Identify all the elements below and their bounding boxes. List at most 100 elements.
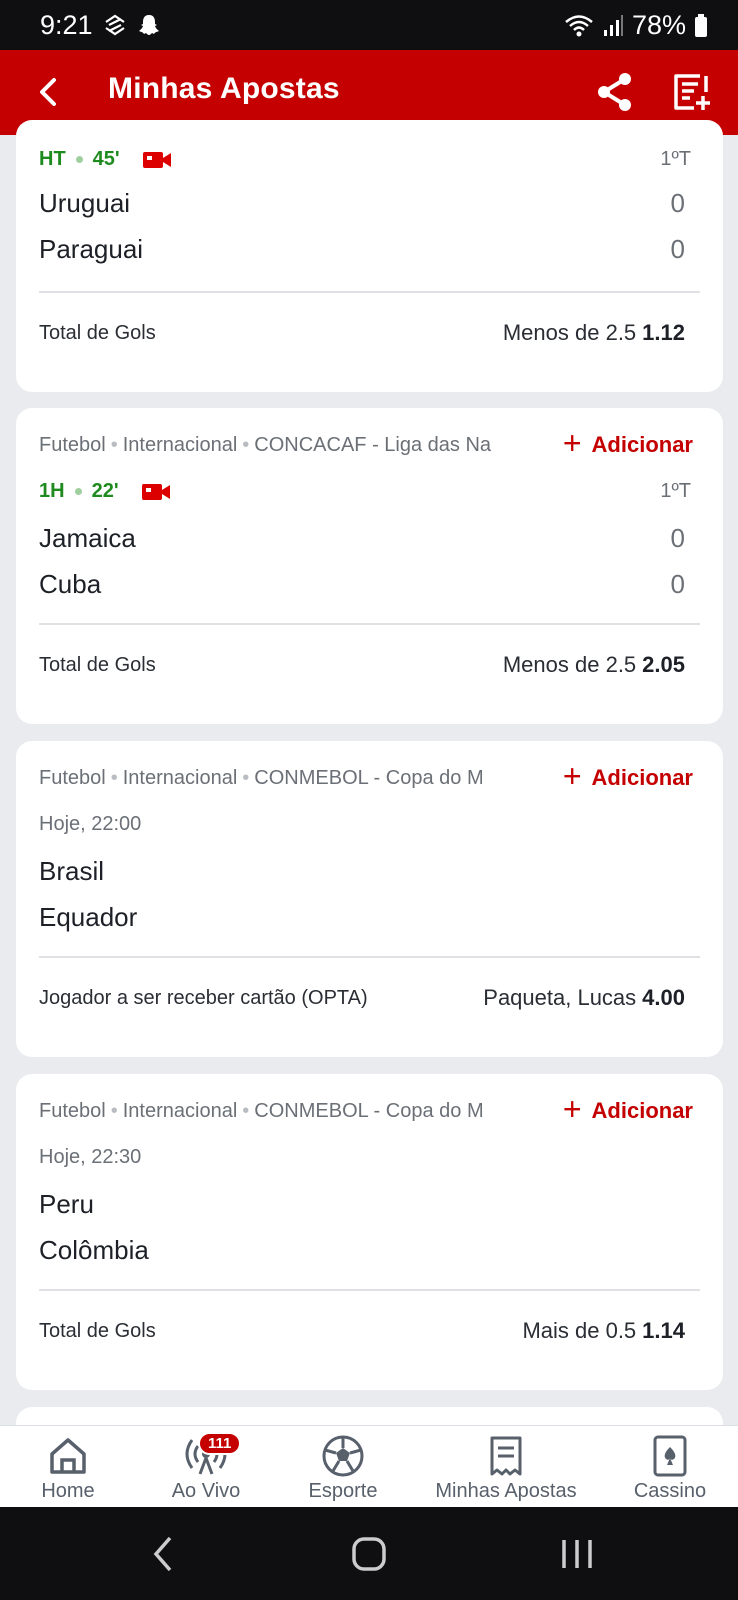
selection-name: Mais de 0.5 [522,1318,637,1343]
match-start-time: Hoje, 22:00 [39,813,142,835]
video-camera-icon[interactable] [141,481,171,503]
nav-item-minhas-apostas[interactable]: Minhas Apostas [420,1434,592,1503]
bet-card[interactable]: Futebol • Internacional • CONCACAF - Liga da… [16,408,723,724]
home-team: Jamaica [39,523,136,553]
share-button[interactable] [593,70,637,114]
odds-value: 1.14 [642,1318,685,1343]
battery-icon [695,13,707,37]
away-team: Equador [39,902,138,932]
home-icon [50,1438,86,1474]
league-name: CONMEBOL - Copa do M [254,1100,484,1122]
league-name: CONMEBOL - Copa do M [254,767,484,789]
nav-label: Ao Vivo [171,1480,241,1502]
league-breadcrumb: Futebol • Internacional • CONMEBOL - Copa do… [39,767,484,789]
match-period: 1ºT [660,148,691,170]
divider [39,1289,700,1291]
status-bar: 9:21 78% [0,0,738,50]
sport-name: Futebol [39,1100,106,1122]
receipt-icon [490,1436,522,1476]
add-button[interactable]: + Adicionar [562,1091,693,1127]
add-button[interactable]: + Adicionar [562,758,693,794]
away-team: Paraguai [39,234,144,264]
divider [39,956,700,958]
market-name: Total de Gols [39,1320,156,1342]
region-name: Internacional [122,767,238,789]
add-button[interactable]: + Adicionar [562,425,693,461]
add-label: Adicionar [591,1097,693,1123]
live-indicator: HT 45' [39,148,172,171]
league-breadcrumb: Futebol • Internacional • CONCACAF - Liga da… [39,434,492,456]
plus-icon: + [562,758,582,794]
battery-percent: 78% [631,10,686,40]
selection: Paqueta, Lucas 4.00 [483,985,685,1011]
divider [39,623,700,625]
page-title: Minhas Apostas [108,72,340,105]
sport-name: Futebol [39,434,106,456]
sync-notification-icon [105,14,125,36]
bet-card[interactable]: HT 45' 1ºT Uruguai 0 Paraguai 0 Total de… [16,120,723,392]
home-score: 0 [670,188,685,218]
sport-name: Futebol [39,767,106,789]
away-score: 0 [670,234,685,264]
market-name: Jogador a ser receber cartão (OPTA) [39,987,368,1009]
notification-icons [103,13,161,37]
market-name: Total de Gols [39,654,156,676]
live-dot [75,156,83,163]
nav-item-cassino[interactable]: Cassino [625,1434,715,1503]
region-name: Internacional [122,1100,238,1122]
away-team: Cuba [39,569,102,599]
video-camera-icon[interactable] [142,149,172,171]
live-minute: 45' [92,148,120,170]
match-period: 1ºT [660,480,691,502]
live-dot [74,488,82,495]
system-home-icon[interactable] [352,1537,386,1571]
region-name: Internacional [122,434,238,456]
add-label: Adicionar [591,764,693,790]
soccer-ball-icon [322,1435,364,1477]
add-label: Adicionar [591,431,693,457]
bet-card[interactable]: Futebol • Internacional • CONMEBOL - Copa do… [16,741,723,1057]
status-right: 78% [564,10,708,41]
league-breadcrumb: Futebol • Internacional • CONMEBOL - Copa do… [39,1100,484,1122]
odds-value: 4.00 [642,985,685,1010]
market-name: Total de Gols [39,322,156,344]
live-minute: 22' [91,480,119,502]
add-to-betslip-button[interactable] [670,70,714,114]
bet-card[interactable]: Futebol • Internacional • CONMEBOL - Copa do… [16,1074,723,1390]
divider [39,291,700,293]
selection-name: Menos de 2.5 [502,652,637,677]
system-recents-icon[interactable] [560,1537,594,1571]
selection: Menos de 2.5 1.12 [503,320,685,346]
back-button[interactable] [28,72,68,112]
selection: Menos de 2.5 2.05 [503,652,685,678]
snapchat-notification-icon [139,15,159,35]
nav-label: Minhas Apostas [435,1480,577,1502]
nav-item-ao-vivo[interactable]: 111 Ao Vivo [160,1432,252,1503]
selection-name: Paqueta, Lucas [483,985,637,1010]
selection: Mais de 0.5 1.14 [522,1318,685,1344]
nav-item-home[interactable]: Home [30,1434,106,1503]
selection-name: Menos de 2.5 [502,320,637,345]
home-score: 0 [670,523,685,553]
bottom-navigation: Home 111 Ao Vivo Esporte Minhas Apostas … [0,1425,738,1507]
league-name: CONCACAF - Liga das Na [254,434,492,456]
system-navigation-bar [0,1507,738,1600]
wifi-icon [565,14,593,36]
playing-card-icon [653,1435,687,1477]
live-count-badge: 111 [198,1432,242,1455]
plus-icon: + [562,425,582,461]
home-team: Peru [39,1189,94,1219]
nav-label: Esporte [308,1480,378,1502]
signal-icon [603,14,623,36]
nav-label: Home [41,1480,95,1502]
away-team: Colômbia [39,1235,149,1265]
nav-label: Cassino [633,1480,707,1502]
away-score: 0 [670,569,685,599]
odds-value: 2.05 [642,652,685,677]
system-back-icon[interactable] [150,1535,178,1573]
plus-icon: + [562,1091,582,1127]
live-status: 1H [39,480,65,502]
match-start-time: Hoje, 22:30 [39,1146,142,1168]
nav-item-esporte[interactable]: Esporte [298,1434,388,1503]
home-team: Uruguai [39,188,131,218]
